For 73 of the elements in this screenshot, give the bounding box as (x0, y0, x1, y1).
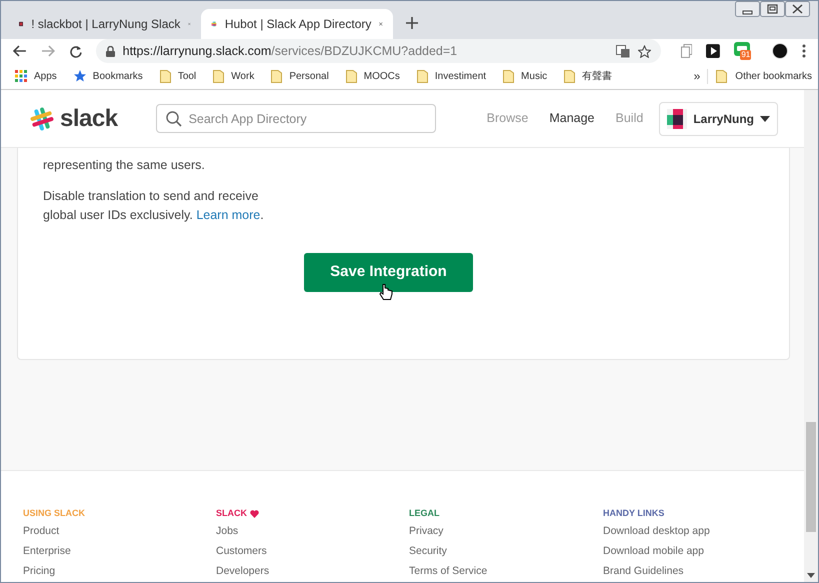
close-icon[interactable] (785, 1, 810, 17)
folder-icon[interactable] (416, 70, 428, 82)
footer-link[interactable]: Security (409, 541, 447, 561)
scrollbar[interactable] (804, 90, 818, 582)
bookmark-link[interactable]: Music (521, 68, 548, 84)
paragraph: representing the same users. (43, 157, 206, 174)
search-field[interactable]: Search App Directory (156, 104, 436, 133)
new-tab-icon[interactable] (405, 16, 419, 30)
footer-link[interactable]: Terms of Service (409, 561, 488, 581)
footer-link[interactable]: Enterprise (23, 541, 71, 561)
paragraph: Disable translation to send and receive global user IDs exclusively. Learn more. (43, 188, 265, 224)
forward-icon[interactable] (40, 45, 55, 57)
footer-heading: HANDY LINKS (603, 507, 664, 520)
scroll-down-icon[interactable] (807, 573, 815, 578)
team-avatar-icon (667, 108, 688, 128)
star-icon[interactable] (638, 44, 651, 58)
apps-grid-icon[interactable] (15, 70, 27, 82)
caret-icon (760, 116, 770, 122)
bookmark-link[interactable]: MOOCs (364, 68, 400, 84)
footer-heading: USING SLACK (23, 507, 86, 520)
bookmark-link[interactable]: Investiment (434, 68, 486, 84)
lock-icon (106, 46, 115, 56)
folder-icon[interactable] (503, 70, 514, 82)
minimize-icon[interactable] (735, 1, 760, 17)
bookmarks-overflow[interactable]: » (694, 67, 700, 85)
address-bar[interactable]: https://larrynung.slack.com/services/BDZUJKCMU?added=1 (96, 39, 661, 63)
copy-icon[interactable] (680, 44, 692, 58)
folder-icon[interactable] (160, 70, 171, 82)
tab-title: Hubot | Slack App Directory (224, 16, 372, 33)
footer-link[interactable]: Privacy (409, 521, 444, 541)
footer-link[interactable]: Customers (216, 541, 267, 561)
avatar[interactable] (772, 43, 788, 59)
folder-icon[interactable] (271, 70, 282, 82)
footer-link[interactable]: Developers (216, 561, 270, 581)
logo-text[interactable]: slack (60, 100, 118, 136)
notification-badge: 91 (740, 50, 752, 60)
bookmark-link[interactable]: 有聲書 (582, 68, 612, 84)
save-integration-button[interactable]: Save Integration (304, 253, 473, 292)
bookmark-link[interactable]: Work (231, 68, 254, 84)
user-menu-button[interactable]: LarryNung (659, 102, 778, 136)
folder-icon[interactable] (564, 70, 576, 82)
browser-tab[interactable]: Hubot | Slack App Directory (201, 9, 393, 39)
tab-title: ! slackbot | LarryNung Slack (31, 16, 180, 33)
footer-link[interactable]: Pricing (23, 561, 56, 581)
footer-heading: SLACK (216, 507, 247, 520)
learn-more-link[interactable]: Learn more (196, 208, 260, 222)
star-icon[interactable] (74, 70, 86, 82)
footer-link[interactable]: Brand Guidelines (603, 561, 684, 581)
bookmark-link[interactable]: Personal (289, 68, 329, 84)
url-text: https://larrynung.slack.com/services/BDZUJKCMU?added=1 (122, 42, 458, 60)
restore-icon[interactable] (760, 1, 785, 17)
bookmark-link[interactable]: Other bookmarks (735, 68, 812, 84)
bookmark-link[interactable]: Apps (34, 68, 57, 84)
footer-link[interactable]: Download mobile app (603, 541, 704, 561)
play-icon[interactable] (706, 44, 720, 58)
search-icon (166, 111, 182, 127)
menu-icon[interactable] (802, 44, 806, 58)
back-icon[interactable] (13, 45, 27, 57)
folder-icon[interactable] (346, 70, 357, 82)
footer-link[interactable]: Download desktop app (603, 521, 710, 541)
slack-logo-icon[interactable] (30, 106, 54, 130)
reload-icon[interactable] (68, 44, 82, 58)
folder-icon[interactable] (716, 70, 728, 82)
footer-heading: LEGAL (409, 507, 440, 520)
bookmark-link[interactable]: Tool (178, 68, 196, 84)
hand-cursor-icon (379, 283, 393, 301)
nav-link[interactable]: Manage (549, 109, 595, 128)
footer-link[interactable]: Jobs (216, 521, 238, 541)
translate-icon[interactable] (616, 44, 630, 58)
scrollbar-thumb[interactable] (806, 422, 816, 532)
folder-icon[interactable] (213, 70, 224, 82)
footer-link[interactable]: Product (23, 521, 60, 541)
bookmark-link[interactable]: Bookmarks (92, 68, 143, 84)
